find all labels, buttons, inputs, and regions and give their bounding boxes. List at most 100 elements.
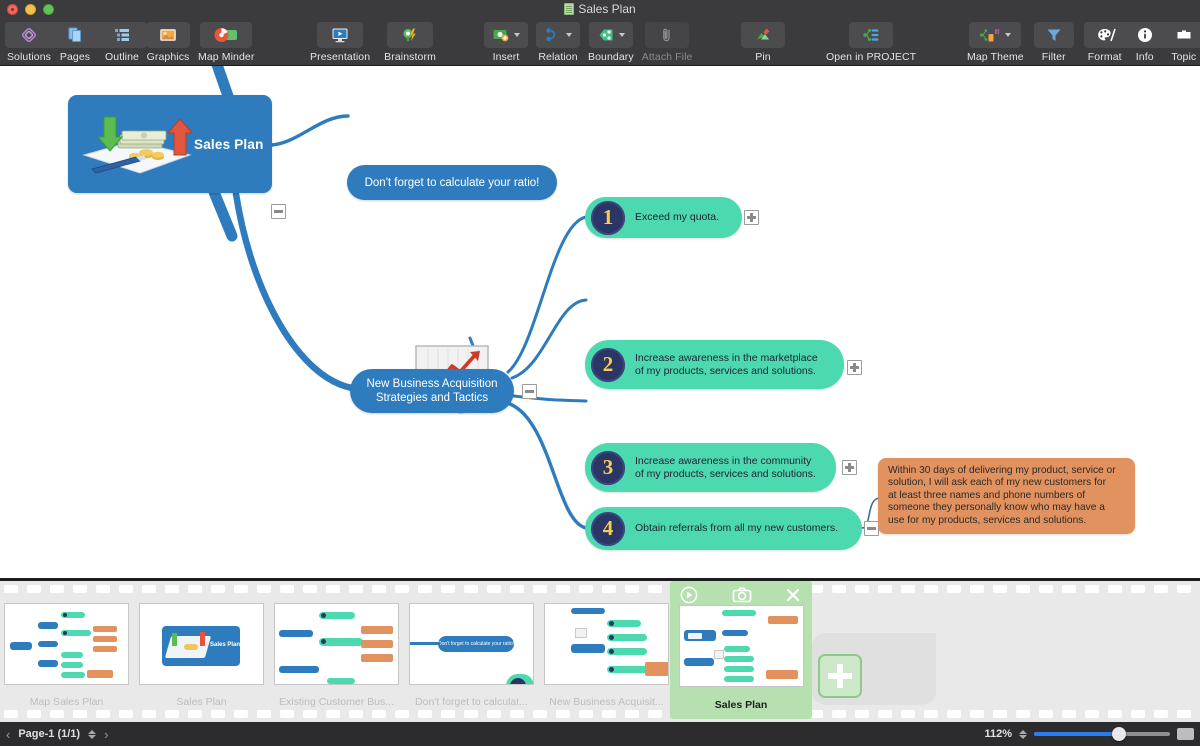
topic-collapse-button-4[interactable] [864,521,879,536]
zoom-controls: 112% [984,727,1194,741]
title-bar: Sales Plan [0,0,1200,18]
toolbar-group-right: Map Theme Filter Format Info Topic [967,22,1200,63]
toolbar-group-project: Open in PROJECT [826,22,916,63]
prev-page-button[interactable]: ‹ [6,727,10,742]
toolbar-item-map-theme[interactable]: Map Theme [967,22,1024,63]
perforation-hole [119,585,133,593]
perforation-hole [50,585,64,593]
toolbar-item-open-in-project[interactable]: Open in PROJECT [826,22,916,63]
brainstorm-icon [401,26,419,44]
perforation-hole [234,585,248,593]
perforation-hole [257,710,271,718]
perforation-hole [487,585,501,593]
central-collapse-button[interactable] [271,204,286,219]
toolbar-label-format: Format [1087,51,1122,63]
toolbar-item-outline[interactable]: Outline [97,22,147,63]
central-topic-node[interactable]: Sales Plan [68,95,272,193]
note-line-3: at least three names and phone numbers o… [888,489,1086,501]
perforation-hole [832,710,846,718]
toolbar-item-topic[interactable]: Topic [1163,22,1200,63]
toolbar-item-presentation[interactable]: Presentation [310,22,370,63]
toolbar-label-map-minder: Map Minder [198,51,255,63]
perforation-hole [878,585,892,593]
toolbar-label-brainstorm: Brainstorm [384,51,436,63]
chevron-down-icon[interactable] [618,33,625,37]
chevron-down-icon[interactable] [566,33,572,37]
thumbnail-caption-1: Sales Plan [176,696,227,708]
toolbar-group-edit: Insert Relation Boundary Attach File [484,22,692,63]
branch-collapse-button[interactable] [522,384,537,399]
branch-topic-node[interactable]: New Business Acquisition Strategies and … [350,369,514,413]
zoom-level-label: 112% [984,728,1012,740]
perforation-hole [188,585,202,593]
perforation-hole [441,585,455,593]
topic-expand-button-1[interactable] [744,210,759,225]
next-page-button[interactable]: › [104,727,108,742]
topic-node-2[interactable]: 2 Increase awareness in the marketplace … [585,340,844,389]
perforation-hole [947,585,961,593]
perforation-hole [1177,710,1191,718]
zoom-slider[interactable] [1034,727,1170,741]
thumbnail-item-5-selected[interactable]: Sales Plan [670,581,812,719]
perforation-hole [119,710,133,718]
perforation-hole [211,710,225,718]
chevron-down-icon[interactable] [514,33,520,37]
toolbar-item-attach-file[interactable]: Attach File [642,22,693,63]
toolbar-group-present: Presentation Brainstorm [310,22,436,63]
minus-icon [525,390,534,393]
toolbar-item-filter[interactable]: Filter [1033,22,1074,63]
toolbar-item-relation[interactable]: Relation [536,22,580,63]
perforation-hole [510,585,524,593]
toolbar-item-info[interactable]: Info [1125,22,1164,63]
thumbnail-item-3[interactable]: Don't forget to calculate your ratio! Do… [405,597,538,711]
perforation-hole [1131,710,1145,718]
fit-to-window-button[interactable] [1177,728,1194,740]
thumbnail-item-4[interactable]: New Business Acquisit... [540,597,673,711]
toolbar-item-insert[interactable]: Insert [484,22,528,63]
thumbnail-item-1[interactable]: Sales Plan Sales Plan [135,597,268,711]
note-node[interactable]: Within 30 days of delivering my product,… [878,458,1135,535]
toolbar-item-pin[interactable]: Pin [741,22,785,63]
toolbar-item-graphics[interactable]: Graphics [146,22,190,63]
toolbar-label-pages: Pages [59,51,91,63]
thumbnail-item-2[interactable]: Existing Customer Bus... [270,597,403,711]
thumbnail-item-0[interactable]: Map Sales Plan [0,597,133,711]
toolbar-item-map-minder[interactable]: Map Minder [198,22,254,63]
relation-icon [544,26,562,44]
perforation-hole [1039,710,1053,718]
toolbar-item-pages[interactable]: Pages [53,22,97,63]
toolbar-label-insert: Insert [492,51,520,63]
page-stepper[interactable] [88,729,97,739]
toolbar-label-presentation: Presentation [310,51,371,63]
topic-label-3-line2: of my products, services and solutions. [635,467,816,480]
perforation-hole [142,585,156,593]
topic-expand-button-3[interactable] [842,460,857,475]
perforation-hole [855,585,869,593]
zoom-slider-handle[interactable] [1112,727,1126,741]
topic-node-1[interactable]: 1 Exceed my quota. [585,197,742,238]
toolbar-item-solutions[interactable]: Solutions [5,22,53,63]
topic-expand-button-2[interactable] [847,360,862,375]
perforation-hole [533,585,547,593]
toolbar-item-boundary[interactable]: Boundary [588,22,634,63]
topic-number-3: 3 [591,450,625,485]
topic-node-4[interactable]: 4 Obtain referrals from all my new custo… [585,507,862,550]
perforation-hole [1108,585,1122,593]
perforation-hole [901,710,915,718]
outline-icon [113,26,131,44]
toolbar-item-format[interactable]: Format [1083,22,1126,63]
thumbnail-caption-2: Existing Customer Bus... [279,696,394,708]
topic-node-3[interactable]: 3 Increase awareness in the community of… [585,443,836,492]
solutions-icon [20,26,38,44]
perforation-hole [993,710,1007,718]
add-page-button[interactable] [818,654,862,698]
perforation-hole [947,710,961,718]
zoom-stepper[interactable] [1019,729,1027,739]
perforation-hole [464,585,478,593]
chevron-down-icon[interactable] [1005,33,1012,37]
page-filmstrip[interactable]: Map Sales Plan Sales Plan Sales Plan Exi… [0,578,1200,722]
callout-node[interactable]: Don't forget to calculate your ratio! [347,165,557,200]
toolbar-item-brainstorm[interactable]: Brainstorm [384,22,436,63]
mindmap-canvas[interactable]: Sales Plan Don't forget to calculate you… [0,66,1200,578]
central-topic-label: Sales Plan [194,137,264,152]
